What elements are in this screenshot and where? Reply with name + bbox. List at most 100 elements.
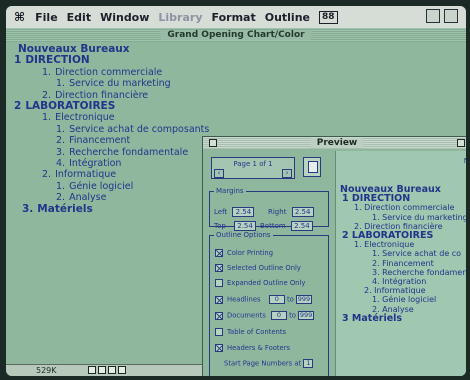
- print-icon[interactable]: [303, 157, 321, 177]
- option-expanded-outline-only[interactable]: Expanded Outline Only: [215, 279, 305, 287]
- outline-row-text: DIRECTION: [25, 54, 90, 67]
- outline-row[interactable]: 2. Financement: [6, 135, 206, 146]
- option-table-of-contents[interactable]: Table of Contents: [215, 328, 286, 336]
- outline-list: Nouveaux Bureaux 1 DIRECTION 1. Direction co…: [6, 43, 210, 215]
- start-page-field[interactable]: 1: [303, 359, 314, 368]
- menu-window[interactable]: Window: [100, 11, 149, 24]
- option-headers-footers[interactable]: Headers & Footers: [215, 344, 290, 352]
- outline-row[interactable]: 3. Recherche fondamentale: [6, 147, 206, 158]
- view-button-1[interactable]: [88, 366, 96, 374]
- outline-row-number: 3.: [22, 202, 34, 215]
- outline-options-legend: Outline Options: [216, 231, 271, 239]
- preview-outline-row: 3. Recherche fondamen: [372, 267, 466, 277]
- preview-outline-row: 2 LABORATOIRES: [342, 230, 434, 242]
- zoom-box-icon[interactable]: [457, 139, 465, 147]
- color-printing-checkbox[interactable]: [215, 249, 223, 257]
- outline-row-text: LABORATOIRES: [25, 100, 116, 113]
- app-switcher-icon[interactable]: [426, 9, 440, 23]
- outline-row-text: Service du marketing: [69, 78, 171, 90]
- documents-checkbox[interactable]: [215, 311, 223, 320]
- outline-row-text: Informatique: [55, 169, 117, 181]
- expanded-outline-only-checkbox[interactable]: [215, 279, 223, 287]
- outline-row-number: 2.: [56, 135, 66, 147]
- option-selected-outline-only[interactable]: Selected Outline Only: [215, 264, 301, 272]
- outline-row-text: Service achat de composants: [69, 123, 210, 135]
- outline-row-text: Analyse: [69, 192, 107, 204]
- headlines-to-label: to: [286, 295, 294, 304]
- outline-row-number: 2: [14, 100, 22, 113]
- outline-row[interactable]: 2 LABORATOIRES: [6, 100, 206, 113]
- preview-page: N Nouveaux Bureaux1 DIRECTION1. Directio…: [335, 151, 466, 376]
- headlines-to-field[interactable]: 999: [295, 295, 312, 304]
- outline-row[interactable]: 1. Service achat de composants: [6, 123, 210, 135]
- option-color-printing[interactable]: Color Printing: [215, 249, 273, 257]
- outline-row[interactable]: 1. Electronique: [6, 112, 206, 123]
- view-button-2[interactable]: [98, 366, 106, 374]
- start-page-label: Start Page Numbers at: [224, 359, 302, 368]
- menu-outline[interactable]: Outline: [265, 11, 310, 24]
- menu-extra-box[interactable]: 88: [319, 10, 338, 24]
- margin-left-field[interactable]: 2.54: [232, 207, 255, 217]
- view-button-4[interactable]: [118, 366, 126, 374]
- margin-top-field[interactable]: 2.54: [234, 221, 257, 231]
- margin-bottom-field[interactable]: 2.54: [290, 221, 313, 231]
- outline-row[interactable]: 1. Génie logiciel: [6, 181, 206, 192]
- margin-left-label: Left: [214, 208, 228, 216]
- outline-row-text: Intégration: [69, 158, 122, 170]
- close-box-icon[interactable]: [209, 139, 217, 147]
- margin-top-label: Top: [214, 222, 226, 230]
- outline-row[interactable]: 4. Intégration: [6, 158, 206, 169]
- margin-right-field[interactable]: 2.54: [291, 207, 314, 217]
- expanded-outline-only-label: Expanded Outline Only: [227, 279, 306, 287]
- outline-row-number: 1.: [56, 78, 66, 90]
- finder-icon[interactable]: [444, 9, 458, 23]
- outline-row[interactable]: 3. Matériels: [6, 202, 206, 215]
- selected-outline-only-checkbox[interactable]: [215, 264, 223, 272]
- desktop-screen: ⌘ File Edit Window Library Format Outlin…: [6, 6, 466, 376]
- preview-titlebar[interactable]: Preview: [203, 137, 466, 149]
- option-documents[interactable]: Documents 0 to 999: [215, 311, 315, 320]
- headlines-from-field[interactable]: 0: [268, 295, 285, 304]
- menu-library[interactable]: Library: [158, 11, 202, 24]
- documents-to-field[interactable]: 999: [298, 311, 315, 320]
- menubar-right-icons: [426, 9, 458, 23]
- outline-row-text: Recherche fondamentale: [69, 146, 189, 158]
- view-button-3[interactable]: [108, 366, 116, 374]
- outline-row-number: 4.: [56, 158, 66, 170]
- preview-outline-row: 1. Service achat de co: [372, 249, 462, 259]
- table-of-contents-checkbox[interactable]: [215, 328, 223, 336]
- headlines-checkbox[interactable]: [215, 295, 223, 304]
- outline-row[interactable]: 2. Informatique: [6, 169, 206, 180]
- outline-window-titlebar[interactable]: Grand Opening Chart/Color: [6, 28, 466, 42]
- outline-row[interactable]: 2. Analyse: [6, 192, 206, 203]
- outline-row-number: 1.: [42, 112, 52, 124]
- margins-legend: Margins: [216, 187, 244, 195]
- documents-label: Documents: [227, 311, 266, 320]
- menu-format[interactable]: Format: [212, 11, 256, 24]
- memory-readout: 529K: [36, 366, 57, 375]
- menu-bar: ⌘ File Edit Window Library Format Outlin…: [6, 6, 466, 28]
- menu-file[interactable]: File: [35, 11, 58, 24]
- menu-edit[interactable]: Edit: [67, 11, 91, 24]
- next-page-arrow-icon[interactable]: ›: [282, 169, 292, 178]
- outline-row[interactable]: 1. Direction commerciale: [6, 67, 206, 78]
- view-buttons: [88, 366, 126, 374]
- option-start-page: Start Page Numbers at 1: [224, 359, 314, 368]
- preview-title: Preview: [310, 138, 364, 148]
- margin-bottom-label: Bottom: [260, 222, 286, 230]
- outline-row[interactable]: 1. Service du marketing: [6, 78, 206, 89]
- previous-page-arrow-icon[interactable]: ‹: [214, 169, 224, 178]
- documents-to-label: to: [289, 311, 296, 320]
- headers-footers-checkbox[interactable]: [215, 344, 223, 352]
- preview-window: Preview Page 1 of 1 ‹ › Margins Left 2.5…: [202, 136, 466, 376]
- outline-row-number: 2.: [42, 169, 52, 181]
- selected-outline-only-label: Selected Outline Only: [227, 264, 301, 272]
- outline-row-text: Génie logiciel: [69, 180, 134, 192]
- apple-menu-icon[interactable]: ⌘: [14, 10, 25, 24]
- documents-from-field[interactable]: 0: [270, 311, 287, 320]
- outline-row[interactable]: 1 DIRECTION: [6, 54, 206, 67]
- outline-row-text: Electronique: [55, 112, 115, 124]
- option-headlines[interactable]: Headlines 0 to 999: [215, 295, 312, 304]
- preview-outline-row: 1. Electronique: [354, 240, 415, 250]
- margins-group: Margins Left 2.54 Right 2.54 Top 2.54 Bo…: [209, 187, 329, 231]
